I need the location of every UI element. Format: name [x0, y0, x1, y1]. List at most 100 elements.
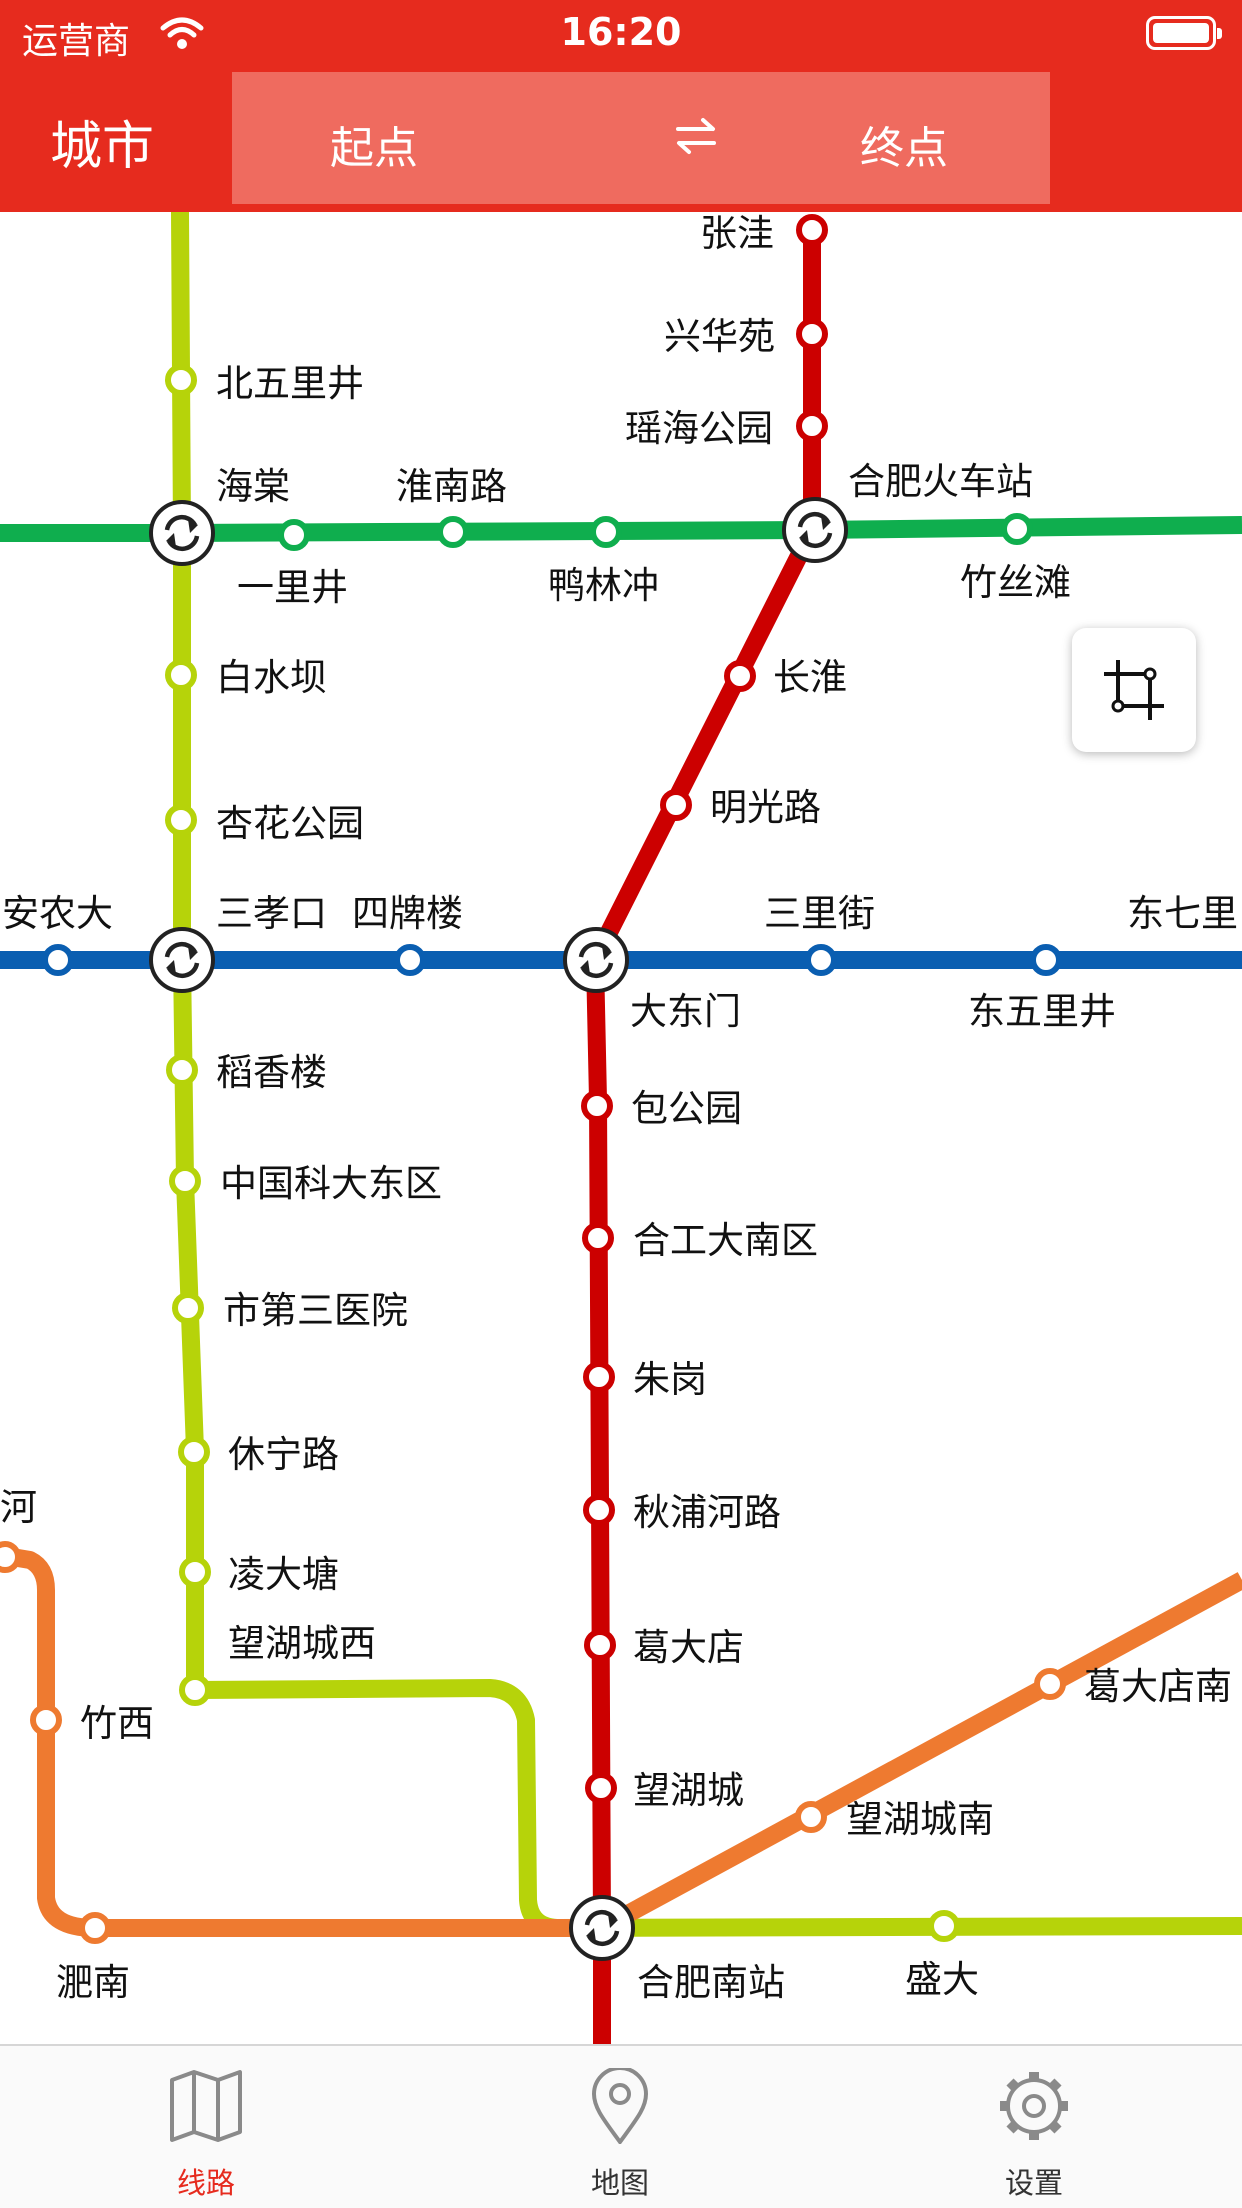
station-label: 三里街: [764, 892, 875, 935]
station-dot: [179, 1674, 211, 1706]
station-label: 张洼: [700, 212, 774, 255]
station-label: 长淮: [773, 656, 847, 699]
station-label: 凌大塘: [228, 1553, 339, 1596]
station-label: 大东门: [630, 990, 741, 1033]
station-dot: [805, 944, 837, 976]
station-label: 明光路: [710, 786, 821, 829]
station-label: 四牌楼: [352, 892, 463, 935]
station-dot: [581, 1090, 613, 1122]
transfer-icon: [571, 1897, 633, 1959]
station-dot: [928, 1910, 960, 1942]
station-dot: [79, 1912, 111, 1944]
station-dot: [585, 1772, 617, 1804]
tab-settings[interactable]: 设置: [934, 2046, 1134, 2206]
station-label: 鸭林冲: [548, 564, 659, 607]
station-label: 竹丝滩: [960, 561, 1071, 604]
station-dot: [165, 804, 197, 836]
station-dot: [795, 1801, 827, 1833]
station-dot: [1001, 513, 1033, 545]
metro-map[interactable]: 张洼 兴华苑 瑶海公园 合肥火车站 竹丝滩 长淮 明光路 北五里井 海棠 淮南路…: [0, 212, 1242, 2044]
transfer-icon: [151, 502, 213, 564]
station-dot: [394, 944, 426, 976]
swap-icon[interactable]: [672, 112, 720, 164]
station-dot: [796, 214, 828, 246]
tab-label: 设置: [1004, 2166, 1063, 2200]
tab-bar: 线路 地图 设置: [0, 2044, 1242, 2208]
station-dot: [0, 1541, 21, 1573]
battery-icon: [1146, 16, 1222, 50]
station-label: 一里井: [237, 566, 348, 609]
origin-button[interactable]: 起点: [330, 112, 418, 176]
station-label: 休宁路: [228, 1433, 339, 1476]
destination-button[interactable]: 终点: [860, 112, 948, 176]
station-dot: [796, 318, 828, 350]
status-bar: 运营商 16:20: [0, 0, 1242, 70]
station-label: 河: [0, 1486, 37, 1529]
station-dot: [1034, 1668, 1066, 1700]
station-label: 中国科大东区: [220, 1162, 442, 1205]
station-label: 杏花公园: [216, 802, 364, 845]
station-dot: [30, 1704, 62, 1736]
station-dot: [660, 789, 692, 821]
station-label: 白水坝: [216, 656, 327, 699]
station-label: 盛大: [905, 1958, 979, 2001]
station-label: 淮南路: [396, 465, 507, 508]
station-label: 三孝口: [216, 892, 327, 935]
station-label: 合肥南站: [637, 1961, 785, 2004]
metro-map-canvas[interactable]: 张洼 兴华苑 瑶海公园 合肥火车站 竹丝滩 长淮 明光路 北五里井 海棠 淮南路…: [0, 212, 1242, 2044]
station-dot: [590, 516, 622, 548]
station-dot: [165, 659, 197, 691]
tab-label: 线路: [176, 2166, 235, 2200]
station-dot: [583, 1361, 615, 1393]
station-dot: [796, 410, 828, 442]
station-label: 兴华苑: [664, 315, 775, 358]
station-label: 望湖城南: [846, 1798, 994, 1841]
station-label: 北五里井: [216, 362, 364, 405]
station-label: 东七里: [1127, 892, 1238, 935]
station-dot: [582, 1222, 614, 1254]
station-dot: [584, 1629, 616, 1661]
station-label: 包公园: [631, 1087, 742, 1130]
tab-routes[interactable]: 线路: [106, 2046, 306, 2206]
station-label: 稻香楼: [216, 1051, 327, 1094]
station-dot: [278, 519, 310, 551]
station-dot: [169, 1165, 201, 1197]
station-dot: [178, 1436, 210, 1468]
station-dot: [165, 364, 197, 396]
route-selector: 起点 终点: [232, 72, 1050, 204]
gear-icon: [996, 2068, 1072, 2148]
location-pin-icon: [582, 2066, 658, 2148]
station-label: 竹西: [80, 1702, 154, 1745]
station-dot: [583, 1494, 615, 1526]
city-button[interactable]: 城市: [50, 104, 154, 179]
station-label: 海棠: [216, 465, 290, 508]
station-label: 市第三医院: [223, 1289, 408, 1332]
station-label: 合工大南区: [633, 1219, 818, 1262]
station-label: 秋浦河路: [633, 1491, 781, 1534]
station-dot: [437, 516, 469, 548]
station-label: 葛大店: [633, 1626, 744, 1669]
station-dot: [42, 944, 74, 976]
tab-map[interactable]: 地图: [520, 2046, 720, 2206]
transfer-icon: [151, 929, 213, 991]
clock: 16:20: [560, 10, 682, 54]
station-dot: [724, 660, 756, 692]
station-label: 朱岗: [633, 1358, 707, 1401]
station-label: 瑶海公园: [625, 407, 773, 450]
tab-label: 地图: [590, 2166, 649, 2200]
station-label: 东五里井: [968, 990, 1116, 1033]
station-dot: [172, 1292, 204, 1324]
station-label: 安农大: [2, 892, 113, 935]
station-dot: [1030, 944, 1062, 976]
station-label: 葛大店南: [1084, 1665, 1232, 1708]
station-label: 合肥火车站: [848, 460, 1033, 503]
station-dot: [179, 1556, 211, 1588]
transfer-icon: [784, 499, 846, 561]
station-dot: [166, 1054, 198, 1086]
map-icon: [168, 2068, 244, 2148]
crop-button[interactable]: [1072, 628, 1196, 752]
station-label: 望湖城西: [228, 1622, 376, 1665]
nav-bar: 城市 起点 终点: [0, 70, 1242, 212]
transfer-icon: [565, 929, 627, 991]
station-label: 望湖城: [633, 1769, 744, 1812]
